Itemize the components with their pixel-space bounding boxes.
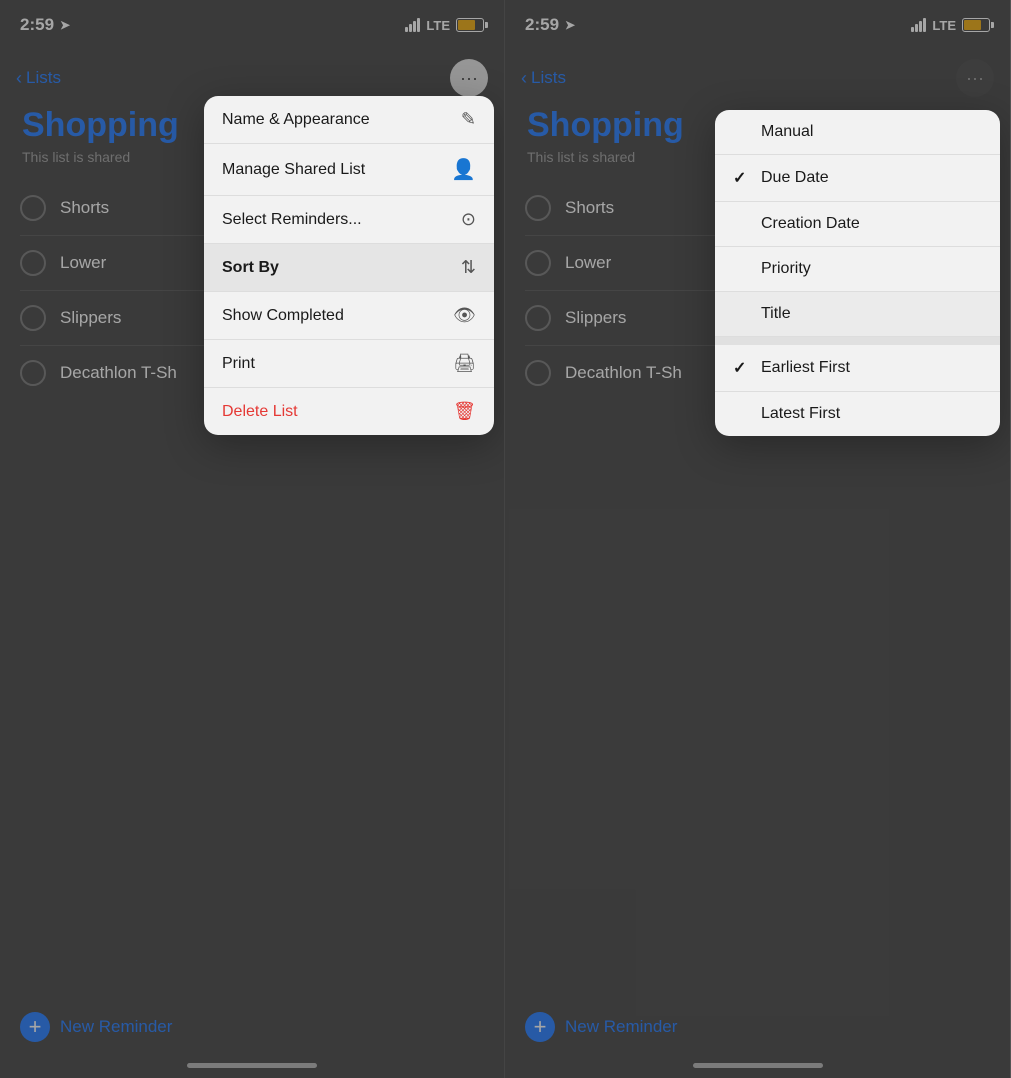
sort-item-title[interactable]: Title bbox=[715, 292, 1000, 337]
sort-check-latest-first bbox=[733, 405, 755, 423]
sort-item-priority[interactable]: Priority bbox=[715, 247, 1000, 292]
sort-check-earliest-first: ✓ bbox=[733, 358, 755, 378]
menu-item-manage-shared[interactable]: Manage Shared List 👤 bbox=[204, 144, 494, 196]
sort-label-manual: Manual bbox=[761, 123, 813, 141]
sort-check-title bbox=[733, 305, 755, 323]
sort-section-divider bbox=[715, 337, 1000, 345]
sort-label-due-date: Due Date bbox=[761, 169, 829, 187]
menu-item-name-appearance[interactable]: Name & Appearance ✎ bbox=[204, 96, 494, 144]
sort-item-creation-date[interactable]: Creation Date bbox=[715, 202, 1000, 247]
menu-item-delete-list[interactable]: Delete List 🗑 bbox=[204, 388, 494, 435]
menu-item-select-reminders[interactable]: Select Reminders... ⊙ bbox=[204, 196, 494, 244]
sort-label-priority: Priority bbox=[761, 260, 811, 278]
sort-label-title: Title bbox=[761, 305, 791, 323]
sort-check-due-date: ✓ bbox=[733, 168, 755, 188]
eye-icon: 👁 bbox=[453, 305, 476, 326]
sort-label-creation-date: Creation Date bbox=[761, 215, 860, 233]
menu-item-show-completed[interactable]: Show Completed 👁 bbox=[204, 292, 494, 340]
left-context-menu: Name & Appearance ✎ Manage Shared List 👤… bbox=[204, 96, 494, 435]
menu-item-sort-by[interactable]: Sort By ⇅ bbox=[204, 244, 494, 292]
sort-label-earliest-first: Earliest First bbox=[761, 359, 850, 377]
sort-check-manual bbox=[733, 123, 755, 141]
menu-label-manage-shared: Manage Shared List bbox=[222, 161, 365, 179]
sort-item-manual[interactable]: Manual bbox=[715, 110, 1000, 155]
sort-item-due-date[interactable]: ✓ Due Date bbox=[715, 155, 1000, 202]
menu-item-print[interactable]: Print 🖨 bbox=[204, 340, 494, 388]
sort-icon: ⇅ bbox=[461, 257, 476, 278]
trash-icon: 🗑 bbox=[453, 401, 476, 422]
menu-label-name-appearance: Name & Appearance bbox=[222, 111, 370, 129]
menu-label-show-completed: Show Completed bbox=[222, 307, 344, 325]
shared-icon: 👤 bbox=[451, 157, 476, 182]
sort-item-earliest-first[interactable]: ✓ Earliest First bbox=[715, 345, 1000, 392]
sort-check-priority bbox=[733, 260, 755, 278]
menu-label-delete-list: Delete List bbox=[222, 403, 298, 421]
sort-check-creation-date bbox=[733, 215, 755, 233]
menu-label-select-reminders: Select Reminders... bbox=[222, 211, 362, 229]
menu-label-print: Print bbox=[222, 355, 255, 373]
sort-submenu: Manual ✓ Due Date Creation Date Priority… bbox=[715, 110, 1000, 436]
pencil-icon: ✎ bbox=[461, 109, 476, 130]
right-phone-panel: 2:59 ➤ LTE ‹ Lists ··· Shopping Th bbox=[505, 0, 1010, 1078]
sort-item-latest-first[interactable]: Latest First bbox=[715, 392, 1000, 436]
left-phone-panel: 2:59 ➤ LTE ‹ Lists ··· Shopping Th bbox=[0, 0, 505, 1078]
checkmark-circle-icon: ⊙ bbox=[461, 209, 476, 230]
print-icon: 🖨 bbox=[453, 353, 476, 374]
sort-label-latest-first: Latest First bbox=[761, 405, 840, 423]
menu-label-sort-by: Sort By bbox=[222, 259, 279, 277]
